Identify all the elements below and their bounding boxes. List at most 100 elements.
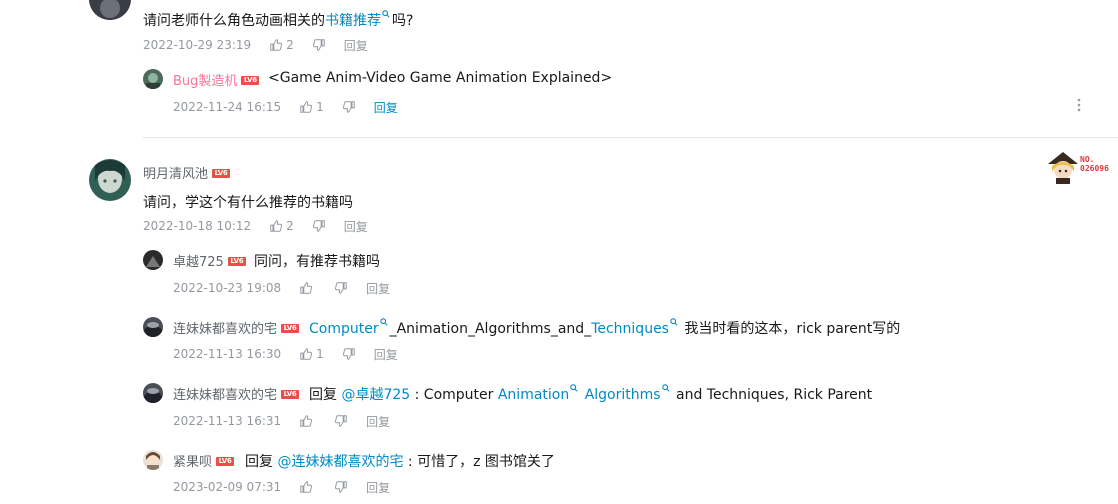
like-button[interactable]: [299, 281, 316, 295]
search-icon: [570, 384, 578, 392]
reply-meta: 2022-11-13 16:30 1 回复: [173, 346, 398, 362]
thumbs-down-icon: [342, 101, 355, 113]
comment-meta: 2022-10-18 10:12 2 回复: [143, 218, 368, 234]
reply-avatar[interactable]: [143, 383, 163, 403]
thumbs-down-icon: [312, 220, 325, 232]
text-segment: 回复: [309, 387, 342, 403]
search-keyword-link[interactable]: Algorithms: [585, 387, 661, 403]
reply-button[interactable]: 回复: [344, 37, 368, 54]
text-segment: 我当时看的这本，rick parent写的: [679, 321, 901, 337]
text-segment: _Animation_Algorithms_and_: [389, 321, 592, 337]
comment-text: 请问，学这个有什么推荐的书籍吗: [143, 192, 353, 212]
reply-time: 2023-02-09 07:31: [173, 480, 282, 494]
username-text[interactable]: 卓越725: [173, 255, 224, 270]
reply-username[interactable]: Bug製造机 LV6: [173, 70, 260, 89]
text-segment: : 可惜了，z 图书馆关了: [403, 454, 555, 470]
pendant-no-value: 026096: [1080, 164, 1109, 173]
thumbs-down-icon: [342, 348, 355, 360]
level-badge: LV6: [212, 169, 231, 178]
commenter-avatar[interactable]: [89, 0, 131, 20]
level-text: LV6: [218, 457, 232, 465]
level-text: LV6: [283, 324, 297, 332]
reply-time: 2022-11-24 16:15: [173, 100, 282, 114]
commenter-avatar[interactable]: [89, 159, 131, 201]
reply-avatar[interactable]: [143, 250, 163, 270]
like-count: 1: [316, 100, 324, 114]
username-text[interactable]: 紧果呗: [173, 455, 212, 470]
search-icon: [379, 318, 388, 326]
dislike-button[interactable]: [334, 480, 348, 494]
thumbs-down-icon: [312, 39, 325, 51]
reply-text: Computer _Animation_Algorithms_and_Techni…: [309, 318, 900, 338]
reply-button[interactable]: 回复: [366, 280, 390, 297]
dislike-button[interactable]: [334, 281, 348, 295]
reply-avatar[interactable]: [143, 317, 163, 337]
username-text[interactable]: 连妹妹都喜欢的宅: [173, 388, 277, 403]
reply-meta: 2022-11-24 16:15 1 回复: [173, 99, 398, 115]
like-button[interactable]: 1: [299, 100, 324, 114]
pendant-number: NO. 026096: [1080, 155, 1109, 173]
search-icon: [670, 318, 678, 326]
search-keyword-link[interactable]: Animation: [498, 387, 569, 403]
level-text: LV6: [230, 257, 244, 265]
username-text[interactable]: 连妹妹都喜欢的宅: [173, 322, 277, 337]
like-button[interactable]: 1: [299, 347, 324, 361]
reply-time: 2022-11-13 16:31: [173, 414, 282, 428]
reply-meta: 2023-02-09 07:31 回复: [173, 479, 390, 495]
reply-username[interactable]: 卓越725 LV6: [173, 251, 246, 270]
reply-button[interactable]: 回复: [374, 346, 398, 363]
comment-time: 2022-10-29 23:19: [143, 38, 252, 52]
text-segment: 请问，学这个有什么推荐的书籍吗: [143, 195, 353, 211]
like-button[interactable]: [299, 414, 316, 428]
reply-username[interactable]: 紧果呗 LV6: [173, 451, 235, 470]
like-count: 2: [286, 38, 294, 52]
search-icon: [661, 384, 670, 392]
text-segment: and Techniques, Rick Parent: [671, 387, 873, 403]
reply-username[interactable]: 连妹妹都喜欢的宅 LV6: [173, 318, 300, 337]
search-keyword-link[interactable]: Computer: [309, 321, 379, 337]
reply-meta: 2022-11-13 16:31 回复: [173, 413, 390, 429]
thumbs-down-icon: [335, 415, 347, 427]
dislike-button[interactable]: [334, 414, 348, 428]
level-badge: LV6: [241, 76, 260, 85]
like-button[interactable]: [299, 480, 316, 494]
dislike-button[interactable]: [342, 347, 356, 361]
text-segment: 请问老师什么角色动画相关的: [143, 13, 325, 29]
text-segment: <Game Anim-Video Game Animation Explaine…: [268, 70, 613, 86]
comment-meta: 2022-10-29 23:19 2 回复: [143, 37, 368, 53]
reply-text: 同问，有推荐书籍吗: [254, 251, 380, 271]
reply-avatar[interactable]: [143, 450, 163, 470]
reply-meta: 2022-10-23 19:08 回复: [173, 280, 390, 296]
search-keyword-link[interactable]: 书籍推荐: [325, 13, 381, 29]
reply-button[interactable]: 回复: [344, 218, 368, 235]
level-text: LV6: [243, 76, 257, 84]
reply-text: <Game Anim-Video Game Animation Explaine…: [268, 70, 612, 86]
mention-link[interactable]: @卓越725: [341, 387, 410, 403]
username-text[interactable]: Bug製造机: [173, 74, 237, 89]
dislike-button[interactable]: [312, 38, 326, 52]
like-button[interactable]: 2: [269, 38, 294, 52]
dislike-button[interactable]: [342, 100, 356, 114]
thumbs-up-icon: [300, 101, 313, 113]
commenter-username[interactable]: 明月清风池 LV6: [143, 163, 231, 182]
like-count: 2: [286, 219, 294, 233]
reply-button[interactable]: 回复: [366, 479, 390, 496]
search-icon: [382, 10, 390, 18]
mention-link[interactable]: @连妹妹都喜欢的宅: [277, 454, 403, 470]
thumbs-down-icon: [335, 282, 347, 294]
like-button[interactable]: 2: [269, 219, 294, 233]
reply-button[interactable]: 回复: [366, 413, 390, 430]
dislike-button[interactable]: [312, 219, 326, 233]
like-count: 1: [316, 347, 324, 361]
thumbs-down-icon: [335, 481, 347, 493]
thumbs-up-icon: [270, 220, 283, 232]
reply-username[interactable]: 连妹妹都喜欢的宅 LV6: [173, 384, 300, 403]
more-options-icon[interactable]: [1074, 97, 1084, 117]
username-text[interactable]: 明月清风池: [143, 167, 208, 182]
reply-button[interactable]: 回复: [374, 99, 398, 116]
fan-badge-pendant[interactable]: NO. 026096: [1046, 150, 1118, 186]
thumbs-up-icon: [300, 415, 313, 427]
reply-avatar[interactable]: [143, 69, 163, 89]
search-keyword-link[interactable]: Techniques: [591, 321, 669, 337]
text-segment: 同问，有推荐书籍吗: [254, 254, 380, 270]
